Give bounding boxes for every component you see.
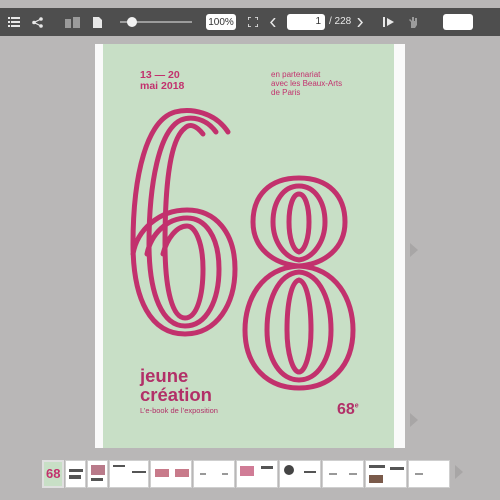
next-spread-arrow-icon[interactable]: [410, 413, 418, 427]
edition-number: 68e: [337, 401, 359, 419]
svg-text:68: 68: [46, 466, 60, 481]
hand-tool-icon[interactable]: [402, 8, 424, 36]
partner-line-2: avec les Beaux-Arts: [271, 79, 343, 88]
toolbar: 100% 1 / 228: [0, 0, 500, 44]
big-68-graphic: [130, 108, 356, 391]
partner-line-3: de Paris: [271, 88, 301, 97]
cover-image: 13 — 20 mai 2018 en partenariat avec les…: [103, 44, 394, 448]
text-select-icon[interactable]: [378, 8, 400, 36]
page-total-label: / 228: [329, 16, 352, 27]
thumbnails-next-icon[interactable]: [455, 465, 463, 479]
menu-icon[interactable]: [3, 8, 25, 36]
thumbnail-page-18-19[interactable]: [408, 460, 450, 488]
thumbnail-page-1[interactable]: 68: [42, 460, 64, 488]
ebook-subtitle: L’e-book de l’exposition: [140, 406, 218, 415]
dates-line-2: mai 2018: [140, 80, 185, 92]
thumbnail-page-10-11[interactable]: [236, 460, 278, 488]
share-icon[interactable]: [26, 8, 48, 36]
toolbar-bar: 100% 1 / 228: [0, 8, 500, 36]
thumbnail-page-8-9[interactable]: [193, 460, 235, 488]
next-page-arrow-icon[interactable]: [410, 243, 418, 257]
title-line-1: jeune: [140, 365, 189, 386]
double-page-icon[interactable]: [61, 8, 83, 36]
thumbnail-page-3[interactable]: [87, 460, 108, 488]
edition-value: 68: [337, 401, 355, 418]
thumbnail-page-12-13[interactable]: [279, 460, 321, 488]
prev-page-icon[interactable]: [262, 8, 284, 36]
page-number-input[interactable]: 1: [287, 14, 325, 30]
thumbnail-page-6-7[interactable]: [150, 460, 192, 488]
zoom-level-field[interactable]: 100%: [206, 14, 236, 30]
next-page-icon[interactable]: [349, 8, 371, 36]
thumbnail-page-4-5[interactable]: [109, 460, 149, 488]
event-dates: 13 — 20 mai 2018: [140, 70, 184, 92]
single-page-icon[interactable]: [86, 8, 108, 36]
fullscreen-icon[interactable]: [242, 8, 264, 36]
thumbnail-page-16-17[interactable]: [365, 460, 407, 488]
search-input[interactable]: [443, 14, 473, 30]
partnership-text: en partenariat avec les Beaux-Arts de Pa…: [271, 70, 342, 97]
exhibition-title: jeune création: [140, 366, 212, 404]
edition-suffix: e: [354, 402, 359, 410]
title-line-2: création: [140, 384, 212, 405]
thumbnail-page-14-15[interactable]: [322, 460, 364, 488]
zoom-slider-knob[interactable]: [127, 17, 137, 27]
document-page[interactable]: 13 — 20 mai 2018 en partenariat avec les…: [95, 44, 405, 448]
thumbnail-strip: 68: [0, 456, 500, 492]
thumbnail-page-2[interactable]: [65, 460, 86, 488]
partner-line-1: en partenariat: [271, 70, 321, 79]
